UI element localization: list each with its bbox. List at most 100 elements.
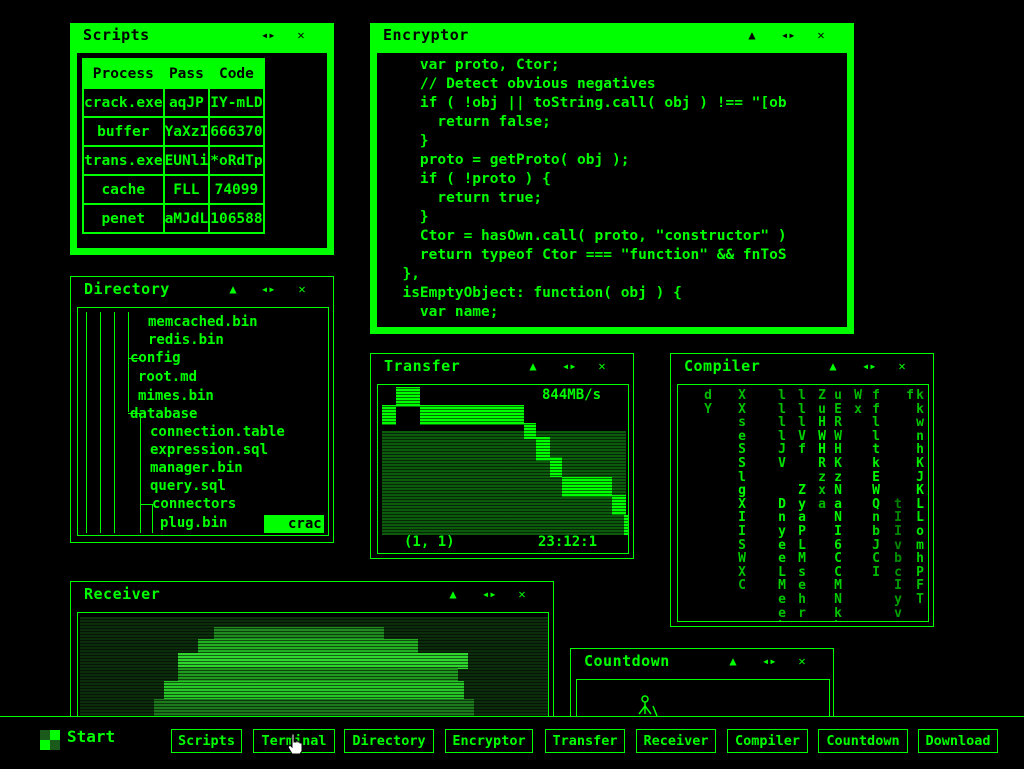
tree-node[interactable]: config xyxy=(130,349,181,367)
matrix-char: v xyxy=(894,605,902,621)
resize-icon[interactable]: ◂▸ xyxy=(261,283,275,295)
taskbar-button-transfer[interactable]: Transfer xyxy=(545,729,625,753)
taskbar-button-encryptor[interactable]: Encryptor xyxy=(445,729,533,753)
scripts-titlebar[interactable]: Scripts ◂▸ ✕ xyxy=(70,23,334,49)
matrix-char: m xyxy=(916,537,924,553)
matrix-char: h xyxy=(776,620,788,621)
encryptor-titlebar[interactable]: Encryptor ▲ ◂▸ ✕ xyxy=(370,23,854,49)
resize-icon[interactable]: ◂▸ xyxy=(762,655,776,667)
scripts-window[interactable]: Scripts ◂▸ ✕ Process Pass Code crack.exe… xyxy=(70,23,334,255)
table-cell: *oRdTp xyxy=(208,145,265,176)
transfer-window[interactable]: Transfer ▲ ◂▸ ✕ 844MB/s (1, 1) 23:12:1 xyxy=(370,353,634,559)
matrix-char: V xyxy=(798,428,806,444)
matrix-column: Wx xyxy=(852,389,864,416)
matrix-char: D xyxy=(778,496,786,512)
matrix-char: L xyxy=(778,564,786,580)
matrix-char: f xyxy=(872,401,880,417)
tree-node[interactable]: plug.bin xyxy=(160,514,227,532)
column-header: Code xyxy=(208,58,265,89)
receiver-titlebar[interactable]: Receiver ▲ ◂▸ ✕ xyxy=(71,582,553,608)
matrix-column: llllJV DnyeeLMeeh xyxy=(776,389,788,621)
scripts-content: Process Pass Code crack.exe aqJP IY-mLD … xyxy=(77,53,327,248)
minimize-icon[interactable]: ▲ xyxy=(826,360,840,372)
matrix-char: x xyxy=(854,401,862,417)
minimize-icon[interactable]: ▲ xyxy=(526,360,540,372)
directory-titlebar[interactable]: Directory ▲ ◂▸ ✕ xyxy=(71,277,333,303)
taskbar-button-directory[interactable]: Directory xyxy=(344,729,434,753)
resize-icon[interactable]: ◂▸ xyxy=(781,29,795,41)
window-title: Scripts xyxy=(83,26,150,44)
compiler-titlebar[interactable]: Compiler ▲ ◂▸ ✕ xyxy=(671,354,933,380)
close-icon[interactable]: ✕ xyxy=(294,29,308,41)
matrix-char: E xyxy=(834,401,842,417)
tree-node[interactable]: manager.bin xyxy=(150,459,243,477)
close-icon[interactable]: ✕ xyxy=(795,655,809,667)
countdown-titlebar[interactable]: Countdown ▲ ◂▸ ✕ xyxy=(571,649,833,675)
close-icon[interactable]: ✕ xyxy=(515,588,529,600)
tree-node[interactable]: query.sql xyxy=(150,477,226,495)
matrix-char xyxy=(892,416,904,430)
tree-node[interactable]: memcached.bin xyxy=(148,313,258,331)
resize-icon[interactable]: ◂▸ xyxy=(862,360,876,372)
transfer-titlebar[interactable]: Transfer ▲ ◂▸ ✕ xyxy=(371,354,633,380)
matrix-char: S xyxy=(738,455,746,471)
taskbar-button-download[interactable]: Download xyxy=(918,729,998,753)
tree-node[interactable]: database xyxy=(130,405,197,423)
matrix-char: y xyxy=(894,591,902,607)
selected-item[interactable]: crac xyxy=(264,515,324,533)
tree-node[interactable]: root.md xyxy=(138,368,197,386)
directory-window[interactable]: Directory ▲ ◂▸ ✕ memcached.bin redis.bin… xyxy=(70,276,334,543)
matrix-char: K xyxy=(834,455,842,471)
matrix-char xyxy=(756,403,768,417)
taskbar-button-scripts[interactable]: Scripts xyxy=(171,729,242,753)
minimize-icon[interactable]: ▲ xyxy=(745,29,759,41)
matrix-char: W xyxy=(872,483,880,499)
matrix-char: P xyxy=(798,523,806,539)
close-icon[interactable]: ✕ xyxy=(595,360,609,372)
close-icon[interactable]: ✕ xyxy=(295,283,309,295)
compiler-window[interactable]: Compiler ▲ ◂▸ ✕ ubbZ8acdYXXseSSlgXIISWXC… xyxy=(670,353,934,627)
resize-icon[interactable]: ◂▸ xyxy=(482,588,496,600)
column-header: Process xyxy=(82,58,165,89)
resize-icon[interactable]: ◂▸ xyxy=(261,29,275,41)
close-icon[interactable]: ✕ xyxy=(895,360,909,372)
tree-node[interactable]: connection.table xyxy=(150,423,285,441)
table-cell: 106588 xyxy=(208,203,265,234)
tree-node[interactable]: expression.sql xyxy=(150,441,268,459)
minimize-icon[interactable]: ▲ xyxy=(446,588,460,600)
matrix-column: XXseSSlgXIISWXC xyxy=(736,389,748,593)
matrix-char xyxy=(756,539,768,553)
receiver-content xyxy=(77,612,549,722)
matrix-char xyxy=(756,443,768,457)
tree-node[interactable]: redis.bin xyxy=(148,331,224,349)
table-cell: FLL xyxy=(162,174,211,205)
transfer-graph: 844MB/s (1, 1) 23:12:1 xyxy=(378,385,628,553)
resize-icon[interactable]: ◂▸ xyxy=(562,360,576,372)
encryptor-window[interactable]: Encryptor ▲ ◂▸ ✕ var proto, Ctor; // Det… xyxy=(370,23,854,334)
table-cell: EUNli xyxy=(162,145,211,176)
table-row: buffer YaXzI 666370 xyxy=(82,116,265,147)
taskbar-button-compiler[interactable]: Compiler xyxy=(727,729,808,753)
matrix-char: b xyxy=(872,523,880,539)
minimize-icon[interactable]: ▲ xyxy=(726,655,740,667)
matrix-char: l xyxy=(872,415,880,431)
matrix-char: k xyxy=(916,401,924,417)
receiver-window[interactable]: Receiver ▲ ◂▸ ✕ xyxy=(70,581,554,722)
taskbar-button-receiver[interactable]: Receiver xyxy=(636,729,716,753)
tree-node[interactable]: mimes.bin xyxy=(138,387,214,405)
matrix-column: kkwnhKJKLLomhPFT xyxy=(914,389,926,607)
start-logo-icon[interactable] xyxy=(40,730,60,750)
matrix-char: C xyxy=(738,578,746,594)
close-icon[interactable]: ✕ xyxy=(814,29,828,41)
matrix-char: E xyxy=(872,469,880,485)
matrix-char xyxy=(756,525,768,539)
taskbar-button-countdown[interactable]: Countdown xyxy=(818,729,908,753)
minimize-icon[interactable]: ▲ xyxy=(226,283,240,295)
matrix-char: s xyxy=(798,564,806,580)
tree-node[interactable]: connectors xyxy=(152,495,236,513)
matrix-char: W xyxy=(738,551,746,567)
start-button[interactable]: Start xyxy=(67,727,115,746)
matrix-column: lllVf ZyaPLMsehr xyxy=(796,389,808,620)
countdown-window[interactable]: Countdown ▲ ◂▸ ✕ xyxy=(570,648,834,722)
matrix-char: N xyxy=(834,510,842,526)
